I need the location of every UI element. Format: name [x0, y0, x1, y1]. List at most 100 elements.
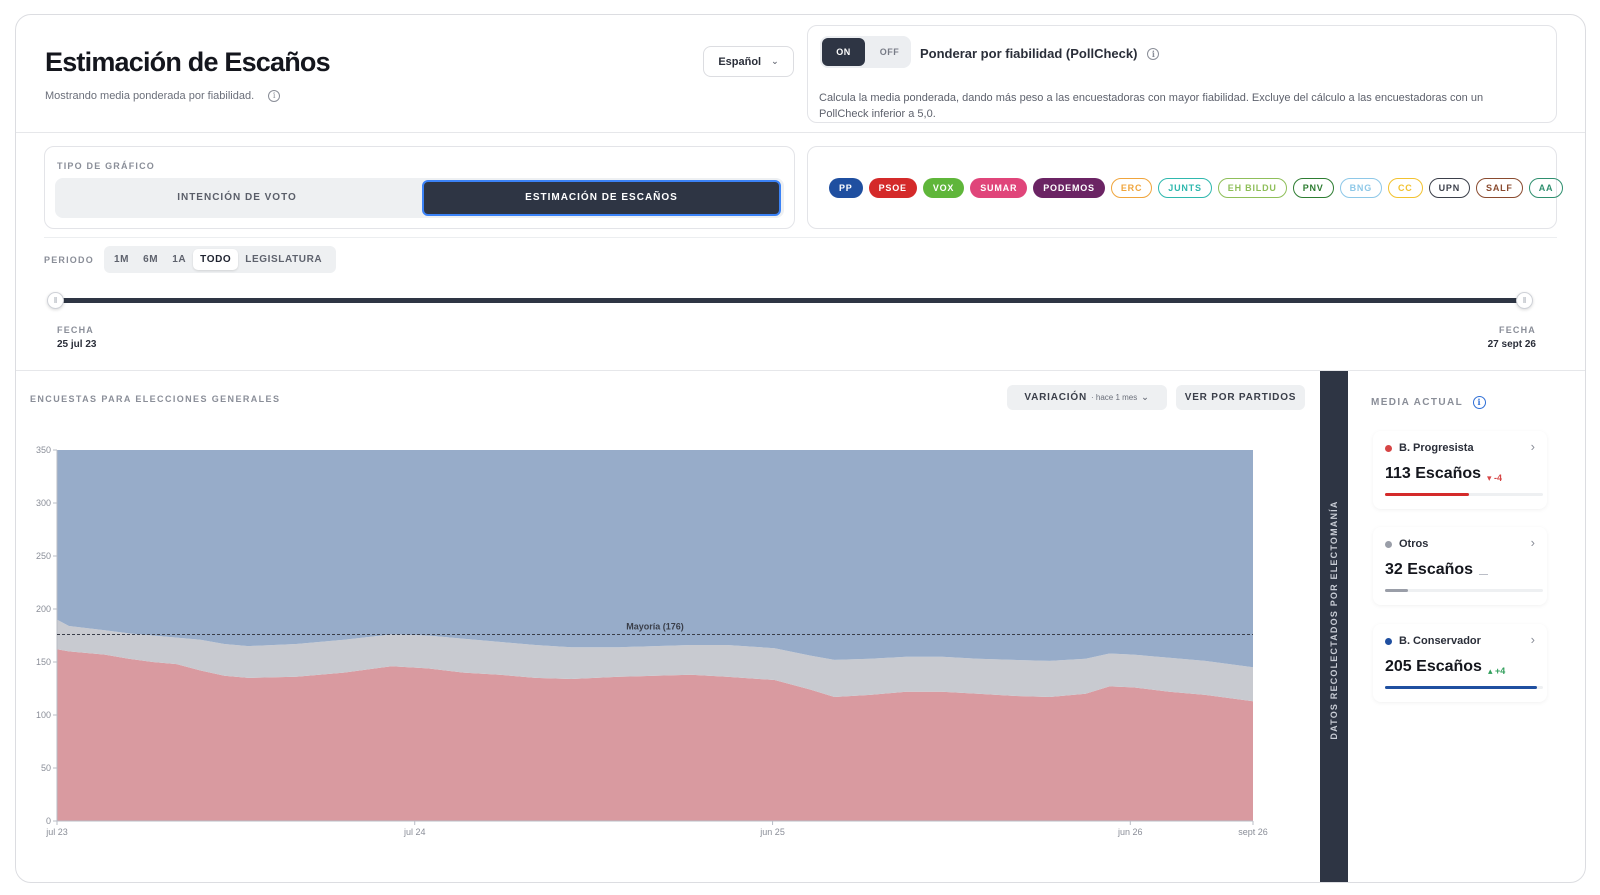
party-chip-aa[interactable]: AA — [1528, 178, 1564, 198]
end-date-value: 27 sept 26 — [1487, 339, 1536, 350]
seat-area-chart: 0 50 100 150 200 250 300 350 jul 23 jul 24 jun 25 j… — [36, 445, 1268, 837]
bloc-dot — [1385, 444, 1392, 452]
bloc-name-text: B. Conservador — [1399, 635, 1481, 647]
bloc-name-text: Otros — [1399, 538, 1429, 550]
party-chip-cc[interactable]: CC — [1388, 178, 1423, 198]
view-by-party-button[interactable]: VER POR PARTIDOS — [1176, 385, 1305, 410]
range-start-handle[interactable]: ‖ — [47, 292, 64, 309]
period-option-todo[interactable]: TODO — [193, 249, 239, 270]
party-filter-panel: PP PSOE VOX SUMAR PODEMOS ERC JUNTS EH BILDU PNV… — [807, 146, 1564, 229]
bloc-delta: ▴ +4 — [1488, 666, 1506, 676]
variation-dropdown[interactable]: VARIACIÓN · hace 1 mes ⌄ — [1007, 385, 1167, 410]
toggle-on[interactable]: ON — [822, 38, 865, 66]
bloc-seats: 32 Escaños — [1385, 561, 1474, 578]
start-date-label: FECHA — [57, 325, 94, 335]
party-chip-salf[interactable]: SALF — [1476, 178, 1523, 198]
language-select[interactable]: Español ⌄ — [703, 46, 794, 77]
bloc-name-text: B. Progresista — [1399, 442, 1474, 454]
bloc-dot — [1385, 540, 1392, 548]
divider — [16, 132, 1585, 133]
bloc-delta: ▾ -4 — [1487, 473, 1503, 483]
period-option-1m[interactable]: 1M — [107, 249, 136, 270]
toggle-off[interactable]: OFF — [870, 38, 909, 66]
page-subtitle: Mostrando media ponderada por fiabilidad… — [45, 90, 281, 102]
bloc-name: B. Conservador — [1385, 635, 1481, 647]
period-option-6m[interactable]: 6M — [136, 249, 165, 270]
media-actual-label: MEDIA ACTUAL — [1371, 397, 1464, 408]
range-end-handle[interactable]: ‖ — [1516, 292, 1533, 309]
period-selector: 1M 6M 1A TODO LEGISLATURA — [104, 246, 336, 273]
bloc-delta: — — [1479, 569, 1488, 579]
y-tick-label: 300 — [36, 498, 51, 508]
tab-estimacion-de-escanos[interactable]: ESTIMACIÓN DE ESCAÑOS — [422, 180, 781, 216]
language-value: Español — [718, 55, 762, 68]
period-label: PERIODO — [44, 255, 94, 265]
variation-label: VARIACIÓN — [1024, 392, 1087, 403]
party-chip-pnv[interactable]: PNV — [1292, 178, 1334, 198]
party-chip-bng[interactable]: BNG — [1339, 178, 1382, 198]
pollcheck-title: Ponderar por fiabilidad (PollCheck) i — [920, 46, 1160, 61]
y-tick-label: 100 — [36, 710, 51, 720]
chevron-right-icon[interactable]: › — [1531, 439, 1535, 454]
period-option-1a[interactable]: 1A — [165, 249, 193, 270]
chart-type-label: TIPO DE GRÁFICO — [57, 161, 156, 171]
date-range-track[interactable] — [56, 298, 1525, 303]
x-tick-label: jun 25 — [759, 827, 785, 837]
party-chip-erc[interactable]: ERC — [1110, 178, 1153, 198]
bloc-seats: 205 Escaños — [1385, 658, 1482, 675]
y-tick-label: 200 — [36, 604, 51, 614]
pollcheck-title-text: Ponderar por fiabilidad (PollCheck) — [920, 46, 1138, 61]
majority-label: Mayoría (176) — [626, 621, 684, 631]
pollcheck-panel: ON OFF Ponderar por fiabilidad (PollChec… — [807, 25, 1557, 123]
bloc-dot — [1385, 637, 1392, 645]
end-date-label: FECHA — [1499, 325, 1536, 335]
period-option-legislatura[interactable]: LEGISLATURA — [238, 249, 329, 270]
bloc-card-b-conservador[interactable]: B. Conservador › 205 Escaños ▴ +4 — [1373, 624, 1547, 702]
bloc-card-otros[interactable]: Otros › 32 Escaños — — [1373, 527, 1547, 605]
pollcheck-description: Calcula la media ponderada, dando más pe… — [819, 92, 1484, 120]
x-tick-label: sept 26 — [1238, 827, 1268, 837]
bloc-card-b-progresista[interactable]: B. Progresista › 113 Escaños ▾ -4 — [1373, 431, 1547, 509]
subtitle-text: Mostrando media ponderada por fiabilidad… — [45, 90, 255, 102]
bloc-bar-track — [1385, 493, 1543, 496]
y-tick-label: 50 — [41, 763, 51, 773]
pollcheck-toggle[interactable]: ON OFF — [820, 36, 911, 68]
party-chip-eh-bildu[interactable]: EH BILDU — [1217, 178, 1287, 198]
y-tick-label: 150 — [36, 657, 51, 667]
party-chip-sumar[interactable]: SUMAR — [970, 178, 1028, 198]
media-actual-title: MEDIA ACTUAL i — [1371, 396, 1487, 409]
chart-title: ENCUESTAS PARA ELECCIONES GENERALES — [30, 394, 281, 404]
chart-type-segmented: INTENCIÓN DE VOTO ESTIMACIÓN DE ESCAÑOS — [55, 178, 784, 218]
y-tick-label: 350 — [36, 445, 51, 455]
party-chip-junts[interactable]: JUNTS — [1158, 178, 1212, 198]
page-title: Estimación de Escaños — [45, 47, 331, 77]
bloc-bar-track — [1385, 589, 1543, 592]
party-chip-pp[interactable]: PP — [829, 178, 863, 198]
party-chip-podemos[interactable]: PODEMOS — [1033, 178, 1105, 198]
chevron-right-icon[interactable]: › — [1531, 632, 1535, 647]
x-tick-label: jun 26 — [1117, 827, 1143, 837]
chart-type-panel: TIPO DE GRÁFICO INTENCIÓN DE VOTO ESTIMA… — [44, 146, 795, 229]
x-tick-label: jul 24 — [403, 827, 426, 837]
divider — [44, 237, 1557, 238]
bloc-seats: 113 Escaños — [1385, 465, 1482, 482]
chevron-down-icon: ⌄ — [771, 56, 779, 66]
info-icon[interactable]: i — [268, 90, 281, 102]
chevron-right-icon[interactable]: › — [1531, 535, 1535, 550]
party-chip-psoe[interactable]: PSOE — [868, 178, 917, 198]
bloc-bar-track — [1385, 686, 1543, 689]
info-icon[interactable]: i — [1473, 396, 1487, 409]
source-strip-text: DATOS RECOLECTADOS POR ELECTOMANÍA — [1329, 500, 1339, 740]
party-chip-vox[interactable]: VOX — [922, 178, 965, 198]
main-card: Estimación de Escaños Mostrando media po… — [15, 14, 1586, 883]
party-chips: PP PSOE VOX SUMAR PODEMOS ERC JUNTS EH BILDU PNV… — [829, 178, 1564, 198]
variation-sub: · hace 1 mes — [1090, 393, 1138, 402]
bloc-bar-fill — [1385, 589, 1409, 592]
divider — [16, 370, 1585, 371]
info-icon[interactable]: i — [1147, 47, 1160, 60]
y-tick-label: 250 — [36, 551, 51, 561]
x-tick-label: jul 23 — [45, 827, 68, 837]
party-chip-upn[interactable]: UPN — [1428, 178, 1471, 198]
bloc-bar-fill — [1385, 686, 1537, 689]
tab-intencion-de-voto[interactable]: INTENCIÓN DE VOTO — [55, 178, 419, 218]
